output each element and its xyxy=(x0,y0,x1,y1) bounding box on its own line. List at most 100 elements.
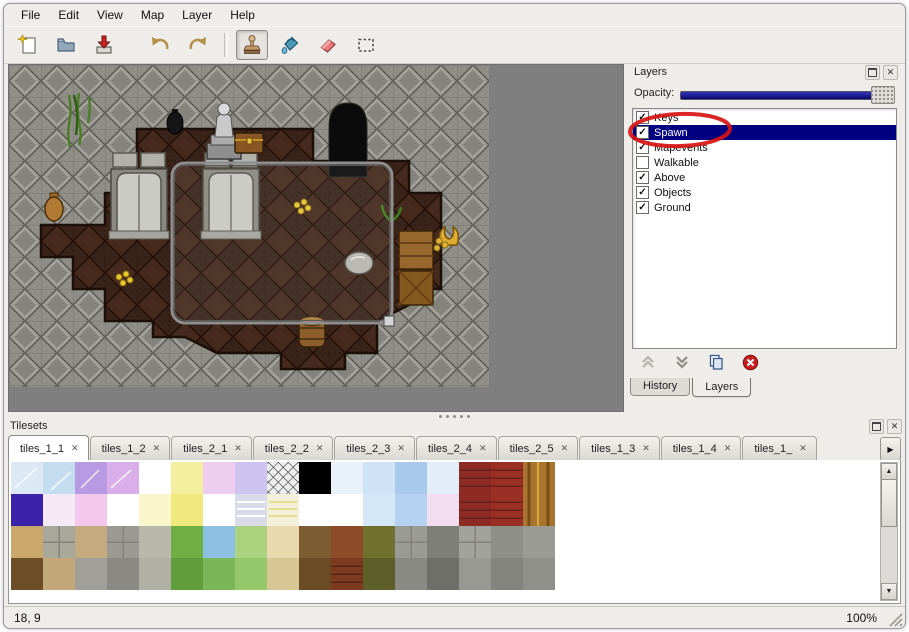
toolbar xyxy=(4,26,905,64)
tileset-tab-tiles_1_4[interactable]: tiles_1_4 ✕ xyxy=(661,436,742,460)
tileset-tab-tiles_1_1[interactable]: tiles_1_1 ✕ xyxy=(8,435,89,461)
map-viewport[interactable] xyxy=(8,64,624,412)
menu-view[interactable]: View xyxy=(88,5,132,25)
new-file-icon xyxy=(17,34,39,56)
scroll-up-icon: ▲ xyxy=(886,468,893,475)
tab-scroll-right-button[interactable]: ▶ xyxy=(880,437,901,461)
tileset-tab-tiles_1_2[interactable]: tiles_1_2 ✕ xyxy=(90,436,171,460)
tab-close-icon[interactable]: ✕ xyxy=(479,444,487,453)
tileset-tab-tiles_2_5[interactable]: tiles_2_5 ✕ xyxy=(498,436,579,460)
layer-row-ground[interactable]: ✓ Ground xyxy=(633,200,896,215)
tileset-tab-tiles_1_3[interactable]: tiles_1_3 ✕ xyxy=(579,436,660,460)
layer-visibility-checkbox[interactable]: ✓ xyxy=(636,126,649,139)
save-map-button[interactable] xyxy=(88,30,120,60)
layer-visibility-checkbox[interactable]: ✓ xyxy=(636,141,649,154)
tilesets-float-button[interactable] xyxy=(869,419,884,434)
tileset-tab-tiles_2_1[interactable]: tiles_2_1 ✕ xyxy=(171,436,252,460)
scrollbar-thumb[interactable] xyxy=(881,479,897,527)
scroll-up-button[interactable]: ▲ xyxy=(881,463,897,480)
new-map-button[interactable] xyxy=(12,30,44,60)
layer-row-walkable[interactable]: Walkable xyxy=(633,155,896,170)
layers-close-button[interactable]: ✕ xyxy=(883,65,898,80)
layers-float-button[interactable] xyxy=(865,65,880,80)
opacity-slider[interactable] xyxy=(680,91,893,100)
open-folder-icon xyxy=(55,34,77,56)
tilesets-panel-title: Tilesets xyxy=(4,420,869,432)
tab-close-icon[interactable]: ✕ xyxy=(397,444,405,453)
tileset-tab-bar: tiles_1_1 ✕ tiles_1_2 ✕ tiles_2_1 ✕ tile… xyxy=(8,434,901,461)
tab-close-icon[interactable]: ✕ xyxy=(71,444,79,453)
scroll-down-button[interactable]: ▼ xyxy=(881,583,897,600)
double-chevron-down-icon xyxy=(674,354,690,370)
selection-resize-handle[interactable] xyxy=(384,316,394,326)
selection-rectangle[interactable] xyxy=(172,163,394,326)
tileset-tab-tiles_1_x[interactable]: tiles_1_ ✕ xyxy=(742,436,816,460)
tileset-content: ▲ ▼ xyxy=(8,460,901,604)
tab-close-icon[interactable]: ✕ xyxy=(153,444,161,453)
duplicate-icon xyxy=(708,354,724,370)
tab-close-icon[interactable]: ✕ xyxy=(642,444,650,453)
delete-layer-button[interactable] xyxy=(740,352,760,372)
tab-close-icon[interactable]: ✕ xyxy=(234,444,242,453)
tilesets-close-button[interactable]: ✕ xyxy=(887,419,902,434)
layer-row-mapevents[interactable]: ✓ Mapevents xyxy=(633,140,896,155)
tab-close-icon[interactable]: ✕ xyxy=(561,444,569,453)
layer-visibility-checkbox[interactable]: ✓ xyxy=(636,111,649,124)
redo-button[interactable] xyxy=(182,30,214,60)
move-layer-up-button[interactable] xyxy=(638,352,658,372)
layer-label: Above xyxy=(654,172,685,184)
layer-visibility-checkbox[interactable]: ✓ xyxy=(636,171,649,184)
duplicate-layer-button[interactable] xyxy=(706,352,726,372)
menu-layer[interactable]: Layer xyxy=(173,5,221,25)
layer-visibility-checkbox[interactable]: ✓ xyxy=(636,186,649,199)
move-layer-down-button[interactable] xyxy=(672,352,692,372)
close-icon: ✕ xyxy=(891,421,899,432)
tileset-tab-tiles_2_3[interactable]: tiles_2_3 ✕ xyxy=(334,436,415,460)
tileset-tab-tiles_2_4[interactable]: tiles_2_4 ✕ xyxy=(416,436,497,460)
tab-close-icon[interactable]: ✕ xyxy=(316,444,324,453)
double-chevron-up-icon xyxy=(640,354,656,370)
menu-map[interactable]: Map xyxy=(132,5,173,25)
menu-help[interactable]: Help xyxy=(221,5,264,25)
tileset-scrollbar[interactable]: ▲ ▼ xyxy=(880,462,898,601)
stamp-tool-button[interactable] xyxy=(236,30,268,60)
layer-visibility-checkbox[interactable] xyxy=(636,156,649,169)
tab-close-icon[interactable]: ✕ xyxy=(724,444,732,453)
opacity-label: Opacity: xyxy=(634,87,674,99)
toolbar-separator xyxy=(224,33,228,57)
layer-visibility-checkbox[interactable]: ✓ xyxy=(636,201,649,214)
layer-row-keys[interactable]: ✓ Keys xyxy=(633,110,896,125)
layer-row-spawn[interactable]: ✓ Spawn xyxy=(633,125,896,140)
scroll-down-icon: ▼ xyxy=(886,588,893,595)
select-tool-button[interactable] xyxy=(350,30,382,60)
map-editor-window: File Edit View Map Layer Help xyxy=(3,3,906,629)
menu-bar: File Edit View Map Layer Help xyxy=(4,4,905,26)
tab-history[interactable]: History xyxy=(630,378,690,396)
layer-label: Objects xyxy=(654,187,691,199)
tab-layers[interactable]: Layers xyxy=(692,378,751,397)
cursor-coordinates: 18, 9 xyxy=(4,611,846,625)
undo-button[interactable] xyxy=(144,30,176,60)
tileset-tab-tiles_2_2[interactable]: tiles_2_2 ✕ xyxy=(253,436,334,460)
resize-grip[interactable] xyxy=(889,613,903,627)
fill-tool-button[interactable] xyxy=(274,30,306,60)
selection-rectangle-icon xyxy=(355,34,377,56)
layer-row-above[interactable]: ✓ Above xyxy=(633,170,896,185)
map-canvas[interactable] xyxy=(9,65,489,387)
tilesets-panel: Tilesets ✕ tiles_1_1 ✕ tiles_1_2 ✕ tiles… xyxy=(4,418,905,606)
menu-edit[interactable]: Edit xyxy=(49,5,88,25)
eraser-icon xyxy=(317,34,339,56)
layers-panel-titlebar: Layers ✕ xyxy=(628,64,901,80)
layer-label: Ground xyxy=(654,202,691,214)
tileset-grid[interactable] xyxy=(11,462,555,590)
treasure-chest xyxy=(235,133,263,153)
redo-arrow-icon xyxy=(187,34,209,56)
open-map-button[interactable] xyxy=(50,30,82,60)
menu-file[interactable]: File xyxy=(12,5,49,25)
undo-arrow-icon xyxy=(149,34,171,56)
eraser-tool-button[interactable] xyxy=(312,30,344,60)
layer-row-objects[interactable]: ✓ Objects xyxy=(633,185,896,200)
opacity-slider-handle[interactable] xyxy=(871,86,895,104)
tab-close-icon[interactable]: ✕ xyxy=(799,444,807,453)
opacity-row: Opacity: xyxy=(628,84,901,104)
